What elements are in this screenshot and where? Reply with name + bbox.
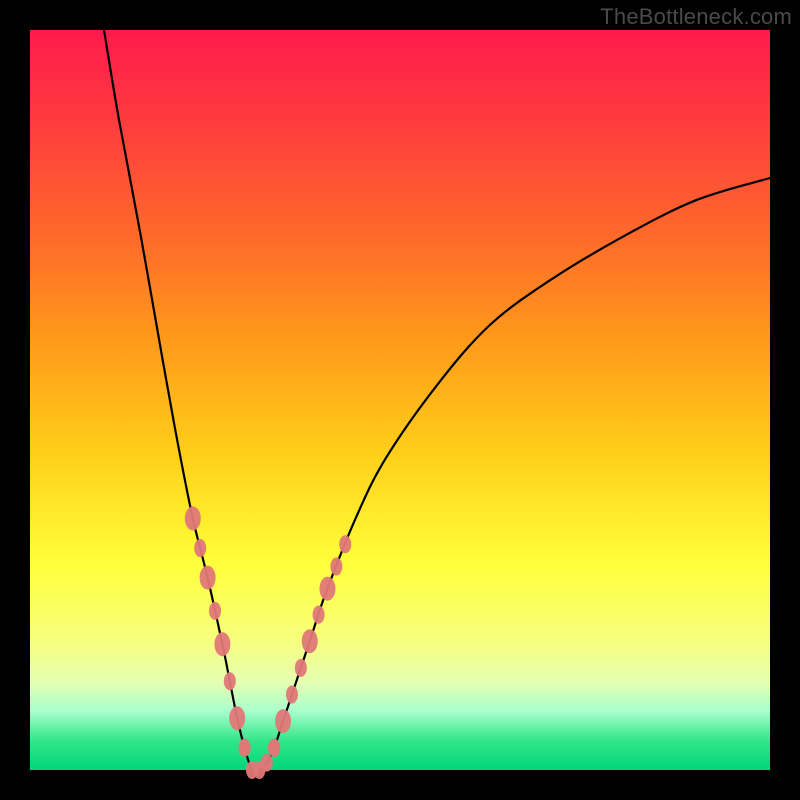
marker-dot [194, 539, 206, 557]
marker-dot [319, 577, 335, 601]
marker-dot [302, 629, 318, 653]
marker-dot [200, 566, 216, 590]
chart-svg [30, 30, 770, 770]
marker-dot [268, 739, 280, 757]
marker-dot [239, 739, 251, 757]
outer-frame: TheBottleneck.com [0, 0, 800, 800]
marker-dot [214, 632, 230, 656]
marker-dot [330, 558, 342, 576]
marker-dot [261, 754, 273, 772]
marker-dot [229, 706, 245, 730]
marker-dot [286, 686, 298, 704]
marker-dot [313, 606, 325, 624]
marker-dot [275, 709, 291, 733]
bottleneck-curve-path [104, 30, 770, 772]
marker-dots-layer [185, 506, 351, 779]
marker-dot [295, 659, 307, 677]
marker-dot [339, 535, 351, 553]
marker-dot [185, 506, 201, 530]
watermark-text: TheBottleneck.com [600, 4, 792, 30]
marker-dot [209, 602, 221, 620]
marker-dot [224, 672, 236, 690]
curve-layer [104, 30, 770, 772]
